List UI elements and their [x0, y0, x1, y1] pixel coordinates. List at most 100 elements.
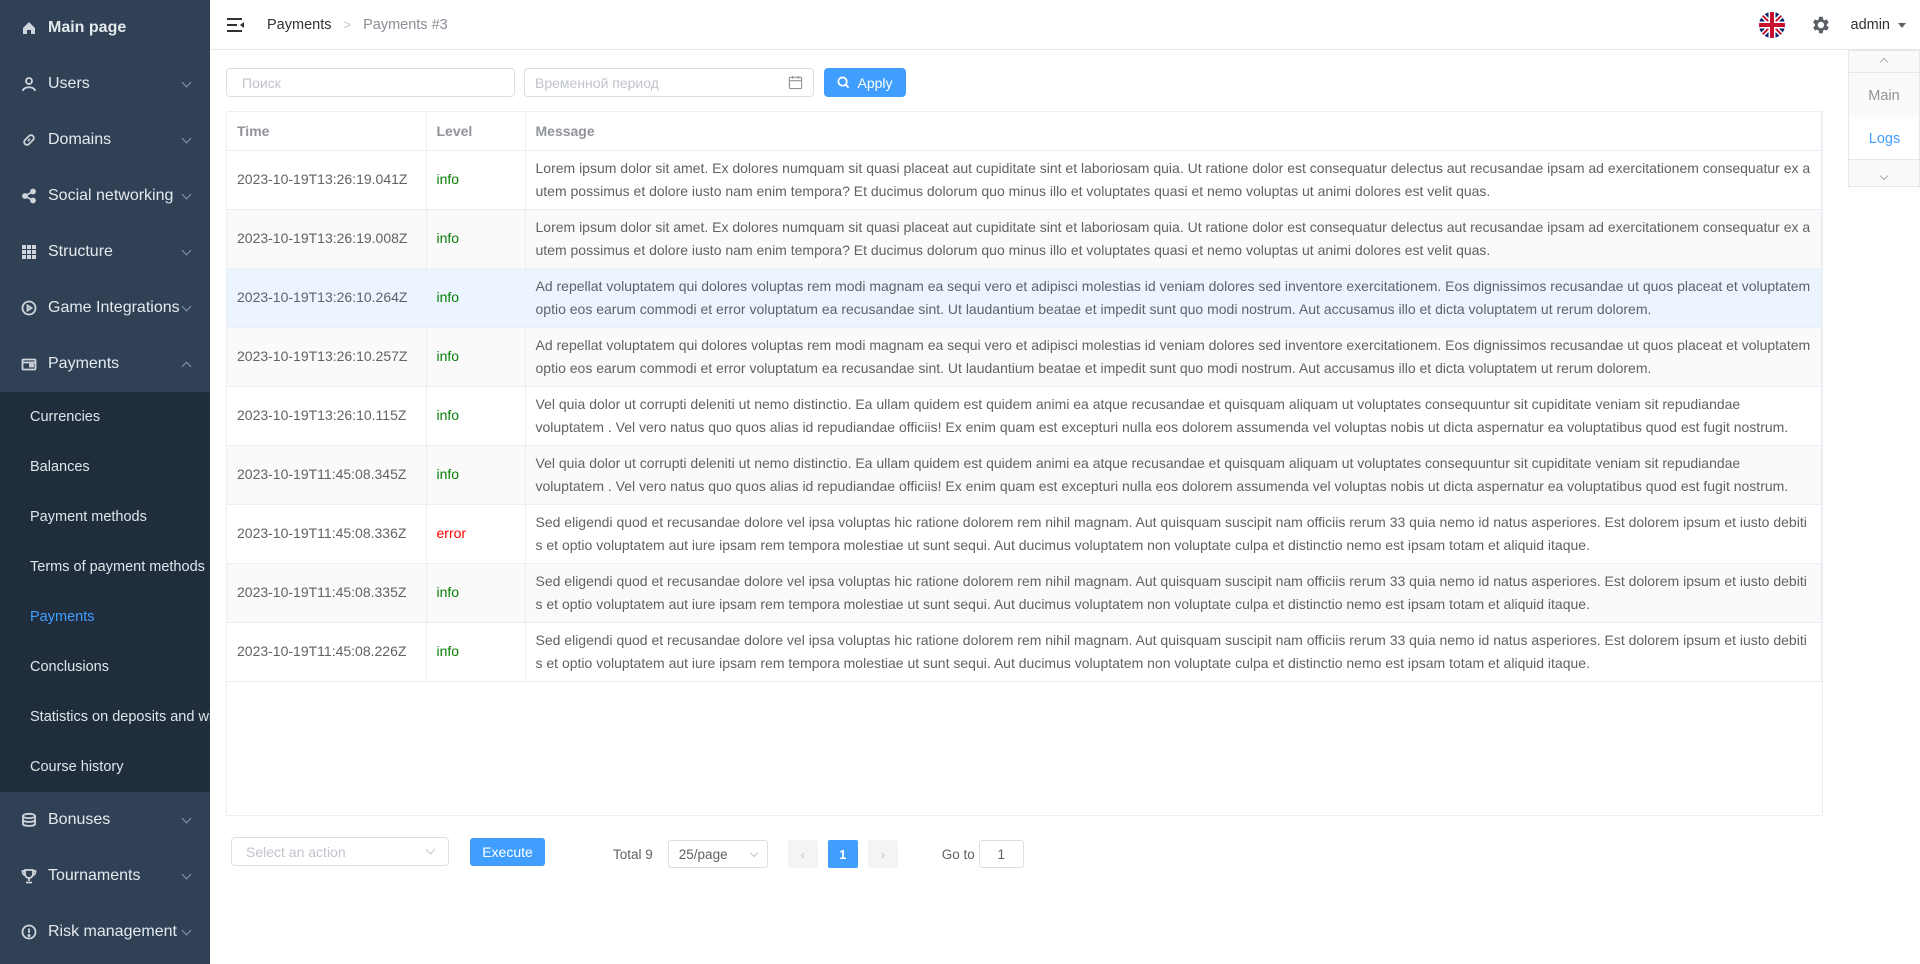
- table-row[interactable]: 2023-10-19T11:45:08.345Z info Vel quia d…: [227, 445, 1822, 505]
- logs-table: Time Level Message 2023-10-19T13:26:19.0…: [226, 111, 1823, 816]
- user-icon: [20, 75, 38, 93]
- coins-icon: [20, 811, 38, 829]
- page-number-button[interactable]: 1: [827, 840, 858, 868]
- sidebar-item-game-integrations[interactable]: Game Integrations: [0, 280, 210, 336]
- calendar-icon: [788, 75, 803, 90]
- apply-button[interactable]: Apply: [824, 68, 906, 97]
- sidebar-item-label: Social networking: [48, 187, 174, 204]
- submenu-item-course-history[interactable]: Course history: [0, 742, 210, 792]
- page-size-value: 25/page: [678, 846, 728, 862]
- chevron-down-icon: [181, 245, 192, 256]
- cell-level: info: [426, 209, 526, 269]
- submenu-item-payment-methods[interactable]: Payment methods: [0, 492, 210, 542]
- sidebar-item-risk-management[interactable]: Risk management: [0, 904, 210, 960]
- breadcrumb-item-payments[interactable]: Payments: [267, 17, 331, 33]
- cell-time: 2023-10-19T11:45:08.336Z: [227, 504, 427, 564]
- tab-logs[interactable]: Logs: [1849, 119, 1919, 159]
- uk-flag-icon[interactable]: [1758, 12, 1785, 38]
- sidebar-item-label: Game Integrations: [48, 299, 180, 316]
- sidebar-item-main-page[interactable]: Main page: [0, 0, 210, 56]
- execute-button[interactable]: Execute: [470, 837, 545, 866]
- column-header-level[interactable]: Level: [426, 112, 526, 151]
- page-size-select[interactable]: 25/page: [667, 840, 768, 868]
- sidebar-item-bonuses[interactable]: Bonuses: [0, 792, 210, 848]
- cell-message: Ad repellat voluptatem qui dolores volup…: [525, 268, 1822, 328]
- cell-time: 2023-10-19T11:45:08.226Z: [227, 622, 427, 682]
- play-icon: [20, 299, 38, 317]
- sidebar-item-domains[interactable]: Domains: [0, 112, 210, 168]
- cell-time: 2023-10-19T11:45:08.345Z: [227, 445, 427, 505]
- sidebar-item-label: Bonuses: [48, 811, 111, 828]
- filter-bar: Поиск Временной период Apply: [226, 68, 906, 97]
- action-select[interactable]: Select an action: [231, 837, 449, 866]
- cell-level: info: [426, 268, 526, 328]
- submenu-item-currencies[interactable]: Currencies: [0, 392, 210, 442]
- gear-icon[interactable]: [1809, 14, 1831, 36]
- sidebar-item-label: Structure: [48, 243, 113, 260]
- column-header-time[interactable]: Time: [227, 112, 427, 151]
- cell-level: info: [426, 327, 526, 387]
- submenu-item-payments[interactable]: Payments: [0, 592, 210, 642]
- sidebar-item-social-networking[interactable]: Social networking: [0, 168, 210, 224]
- home-icon: [20, 19, 38, 37]
- cell-level: info: [426, 445, 526, 505]
- cell-message: Lorem ipsum dolor sit amet. Ex dolores n…: [525, 209, 1822, 269]
- sidebar-item-label: Domains: [48, 131, 112, 148]
- column-header-message[interactable]: Message: [525, 112, 1822, 151]
- cell-time: 2023-10-19T13:26:10.257Z: [227, 327, 427, 387]
- prev-page-button[interactable]: ‹: [787, 840, 818, 868]
- sidebar-item-label: Main page: [48, 19, 127, 36]
- chevron-down-icon: [1879, 171, 1889, 181]
- cell-message: Vel quia dolor ut corrupti deleniti ut n…: [525, 445, 1822, 505]
- table-row[interactable]: 2023-10-19T11:45:08.335Z info Sed eligen…: [227, 563, 1822, 623]
- sidebar-item-tournaments[interactable]: Tournaments: [0, 848, 210, 904]
- sidebar-item-users[interactable]: Users: [0, 56, 210, 112]
- chevron-down-icon: [181, 925, 192, 936]
- breadcrumb: Payments > Payments #3: [245, 17, 448, 33]
- scroll-down-button[interactable]: [1849, 159, 1919, 192]
- sidebar-item-structure[interactable]: Structure: [0, 224, 210, 280]
- table-row[interactable]: 2023-10-19T11:45:08.336Z error Sed elige…: [227, 504, 1822, 564]
- wallet-icon: [20, 355, 38, 373]
- cell-time: 2023-10-19T13:26:10.264Z: [227, 268, 427, 328]
- search-input[interactable]: Поиск: [226, 68, 515, 97]
- table-row[interactable]: 2023-10-19T13:26:19.008Z info Lorem ipsu…: [227, 209, 1822, 269]
- table-row[interactable]: 2023-10-19T13:26:10.257Z info Ad repella…: [227, 327, 1822, 387]
- user-menu[interactable]: admin: [1851, 17, 1891, 33]
- search-icon: [837, 76, 850, 89]
- scroll-up-button[interactable]: [1849, 51, 1919, 73]
- period-picker[interactable]: Временной период: [524, 68, 814, 97]
- submenu-item-statistics[interactable]: Statistics on deposits and withdrawals: [0, 692, 210, 742]
- submenu-item-conclusions[interactable]: Conclusions: [0, 642, 210, 692]
- cell-message: Sed eligendi quod et recusandae dolore v…: [525, 563, 1822, 623]
- grid-icon: [20, 243, 38, 261]
- payments-submenu: Currencies Balances Payment methods Term…: [0, 392, 210, 792]
- caret-down-icon[interactable]: [1898, 22, 1906, 28]
- goto-label: Go to: [941, 846, 975, 862]
- table-row[interactable]: 2023-10-19T13:26:10.115Z info Vel quia d…: [227, 386, 1822, 446]
- submenu-item-terms-of-payment-methods[interactable]: Terms of payment methods: [0, 542, 210, 592]
- table-row[interactable]: 2023-10-19T13:26:19.041Z info Lorem ipsu…: [227, 150, 1822, 210]
- tab-main[interactable]: Main: [1849, 73, 1919, 119]
- sidebar-item-label: Users: [48, 75, 90, 92]
- menu-toggle-icon[interactable]: [227, 17, 245, 33]
- chevron-down-icon: [181, 301, 192, 312]
- cell-level: info: [426, 150, 526, 210]
- apply-label: Apply: [857, 74, 893, 91]
- table-row[interactable]: 2023-10-19T11:45:08.226Z info Sed eligen…: [227, 622, 1822, 682]
- goto-page-input[interactable]: 1: [978, 840, 1024, 868]
- top-bar: Payments > Payments #3 admin: [210, 0, 1920, 50]
- next-page-button[interactable]: ›: [867, 840, 898, 868]
- cell-message: Ad repellat voluptatem qui dolores volup…: [525, 327, 1822, 387]
- submenu-item-balances[interactable]: Balances: [0, 442, 210, 492]
- cell-level: error: [426, 504, 526, 564]
- table-row[interactable]: 2023-10-19T13:26:10.264Z info Ad repella…: [227, 268, 1822, 328]
- sidebar-item-payments[interactable]: Payments: [0, 336, 210, 392]
- right-tab-panel: Main Logs: [1848, 50, 1920, 187]
- action-select-placeholder: Select an action: [246, 843, 346, 860]
- chevron-down-icon: [425, 844, 436, 855]
- trophy-icon: [20, 867, 38, 885]
- cell-time: 2023-10-19T13:26:19.041Z: [227, 150, 427, 210]
- period-placeholder: Временной период: [535, 74, 659, 91]
- link-icon: [20, 131, 38, 149]
